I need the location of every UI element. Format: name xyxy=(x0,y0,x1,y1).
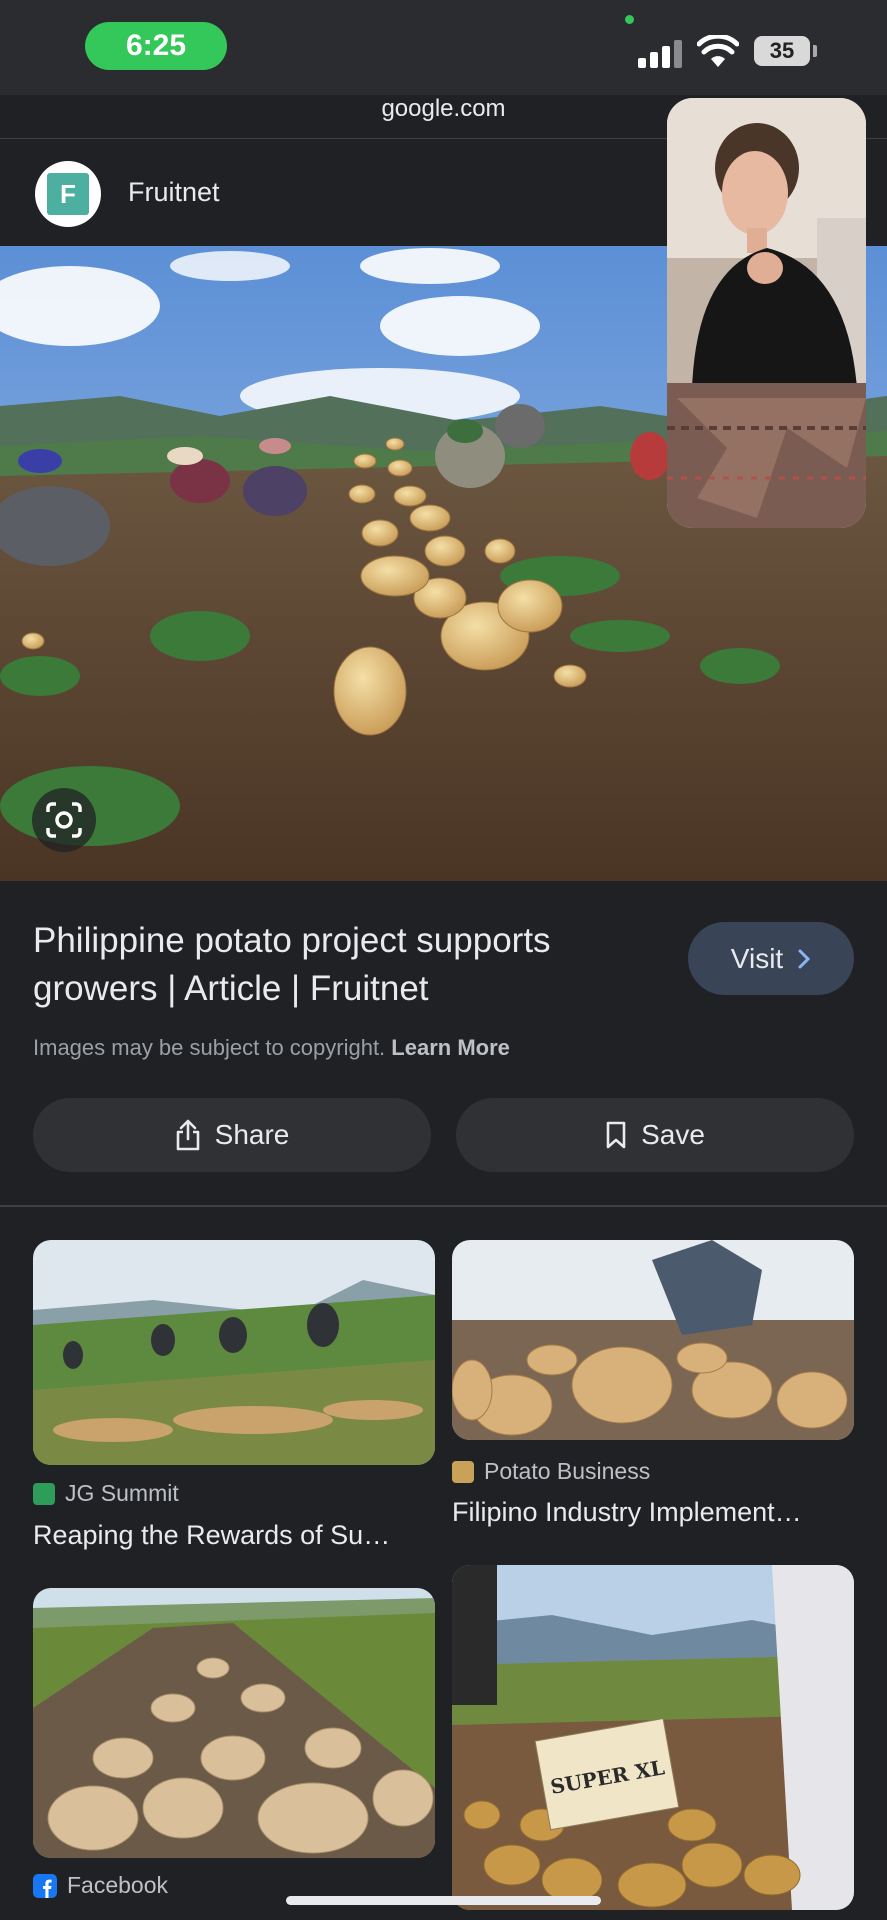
potato-business-favicon-icon xyxy=(452,1460,474,1483)
visit-button[interactable]: Visit xyxy=(688,922,854,995)
bookmark-icon xyxy=(606,1121,626,1149)
save-label: Save xyxy=(641,1119,705,1150)
related-source-1: JG Summit xyxy=(33,1480,179,1507)
related-title-1[interactable]: Reaping the Rewards of Su… xyxy=(33,1520,390,1551)
learn-more-link[interactable]: Learn More xyxy=(391,1035,510,1060)
source-name[interactable]: Fruitnet xyxy=(128,177,220,208)
share-button[interactable]: Share xyxy=(33,1098,431,1172)
related-source-name: Potato Business xyxy=(484,1458,651,1484)
source-logo-letter: F xyxy=(47,173,89,215)
source-logo: F xyxy=(35,161,101,227)
lens-icon xyxy=(46,802,82,838)
related-image-4[interactable]: SUPER XL xyxy=(452,1565,854,1910)
battery-icon: 35 xyxy=(754,36,810,66)
visit-label: Visit xyxy=(730,942,784,974)
lens-search-button[interactable] xyxy=(32,788,96,852)
related-image-2[interactable] xyxy=(452,1240,854,1440)
share-label: Share xyxy=(214,1119,290,1150)
copyright-text: Images may be subject to copyright. xyxy=(33,1035,386,1060)
facetime-pip[interactable] xyxy=(667,98,866,528)
related-title-2[interactable]: Filipino Industry Implement… xyxy=(452,1497,802,1528)
related-source-3: Facebook xyxy=(33,1872,168,1899)
related-image-1[interactable] xyxy=(33,1240,435,1465)
facebook-icon xyxy=(33,1873,57,1898)
status-time[interactable]: 6:25 xyxy=(85,22,227,70)
related-source-name: JG Summit xyxy=(65,1480,179,1506)
copyright-notice: Images may be subject to copyright. Lear… xyxy=(33,1035,510,1061)
related-image-3[interactable] xyxy=(33,1588,435,1858)
related-source-2: Potato Business xyxy=(452,1458,650,1485)
home-indicator[interactable] xyxy=(286,1896,601,1905)
result-title[interactable]: Philippine potato project supports growe… xyxy=(33,917,653,1013)
share-icon xyxy=(176,1119,199,1151)
section-divider xyxy=(0,1205,887,1207)
camera-indicator-icon xyxy=(625,15,634,24)
battery-cap xyxy=(813,45,817,57)
save-button[interactable]: Save xyxy=(456,1098,854,1172)
signal-icon xyxy=(638,38,686,68)
jg-summit-favicon-icon xyxy=(33,1482,55,1505)
status-bar: 6:25 35 google.com xyxy=(0,0,887,122)
wifi-icon xyxy=(697,35,739,67)
related-source-name: Facebook xyxy=(67,1872,169,1898)
chevron-right-icon xyxy=(798,949,811,968)
